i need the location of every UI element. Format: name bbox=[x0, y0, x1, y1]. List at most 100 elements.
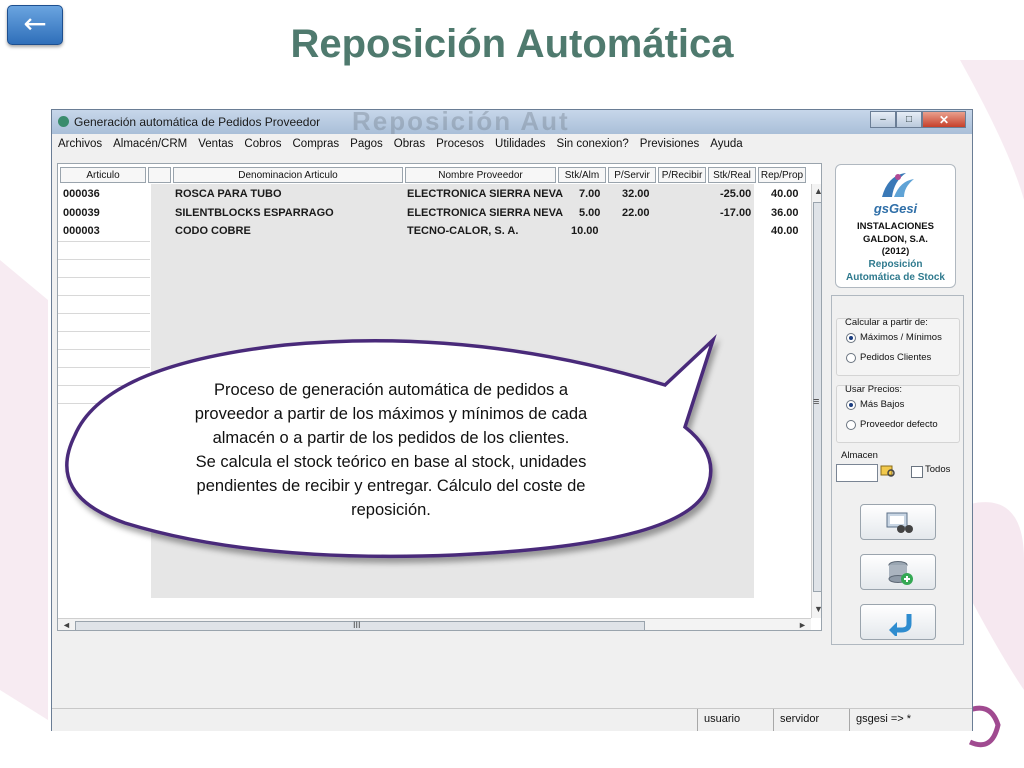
menu-pagos[interactable]: Pagos bbox=[344, 134, 388, 156]
radio-label: Más Bajos bbox=[860, 399, 905, 410]
window-title: Generación automática de Pedidos Proveed… bbox=[74, 115, 321, 129]
window-titlebar: Generación automática de Pedidos Proveed… bbox=[52, 106, 972, 136]
menu-bar: Archivos Almacén/CRM Ventas Cobros Compr… bbox=[52, 134, 972, 156]
radio-label: Máximos / Mínimos bbox=[860, 332, 942, 343]
radio-maximos-minimos[interactable] bbox=[846, 333, 856, 343]
window-controls: – □ ✕ bbox=[870, 111, 966, 128]
grid-line bbox=[58, 313, 150, 314]
todos-checkbox[interactable] bbox=[911, 466, 923, 478]
grid-line bbox=[58, 295, 150, 296]
return-button[interactable] bbox=[860, 604, 936, 640]
company-name: INSTALACIONES GALDON, S.A. (2012) bbox=[857, 221, 934, 257]
table-row[interactable]: 000039 SILENTBLOCKS ESPARRAGO ELECTRONIC… bbox=[58, 204, 806, 222]
search-button[interactable] bbox=[860, 504, 936, 540]
cell-proveedor: ELECTRONICA SIERRA NEVA bbox=[407, 207, 564, 219]
cell-denominacion: ROSCA PARA TUBO bbox=[175, 188, 282, 200]
vscroll-grip: ≡ bbox=[813, 396, 820, 408]
col-header-p-recibir[interactable]: P/Recibir bbox=[658, 167, 706, 183]
menu-compras[interactable]: Compras bbox=[287, 134, 345, 156]
add-records-button[interactable] bbox=[860, 554, 936, 590]
menu-ventas[interactable]: Ventas bbox=[192, 134, 238, 156]
binoculars-icon bbox=[886, 512, 913, 533]
status-bar: usuario servidor gsgesi => * bbox=[52, 708, 972, 731]
cell-rep-prop: 40.00 bbox=[771, 188, 799, 200]
cell-rep-prop: 40.00 bbox=[771, 225, 799, 237]
cell-rep-prop: 36.00 bbox=[771, 207, 799, 219]
menu-ayuda[interactable]: Ayuda bbox=[704, 134, 747, 156]
radio-proveedor-defecto[interactable] bbox=[846, 420, 856, 430]
menu-obras[interactable]: Obras bbox=[388, 134, 430, 156]
maximize-button[interactable]: □ bbox=[896, 111, 922, 128]
col-header-stk-alm[interactable]: Stk/Alm bbox=[558, 167, 606, 183]
col-header-blank[interactable] bbox=[148, 167, 171, 183]
cell-stk-alm: 10.00 bbox=[571, 225, 599, 237]
col-header-denominacion[interactable]: Denominacion Articulo bbox=[173, 167, 403, 183]
grid-line bbox=[58, 241, 150, 242]
table-row[interactable]: 000003 CODO COBRE TECNO-CALOR, S. A. 10.… bbox=[58, 222, 806, 240]
status-usuario: usuario bbox=[697, 709, 772, 731]
menu-cobros[interactable]: Cobros bbox=[238, 134, 286, 156]
menu-archivos[interactable]: Archivos bbox=[52, 134, 107, 156]
menu-previsiones[interactable]: Previsiones bbox=[634, 134, 704, 156]
cell-articulo: 000036 bbox=[63, 188, 100, 200]
menu-sin-conexion[interactable]: Sin conexion? bbox=[551, 134, 634, 156]
menu-almacen-crm[interactable]: Almacén/CRM bbox=[107, 134, 192, 156]
gsgesi-logo-icon bbox=[882, 173, 914, 197]
close-icon: ✕ bbox=[938, 113, 950, 127]
cell-p-servir: 32.00 bbox=[622, 188, 650, 200]
scroll-up-icon[interactable]: ▲ bbox=[814, 186, 821, 196]
app-icon bbox=[58, 116, 69, 127]
price-label: Usar Precios: bbox=[845, 384, 903, 395]
cell-proveedor: ELECTRONICA SIERRA NEVA bbox=[407, 188, 564, 200]
col-header-p-servir[interactable]: P/Servir bbox=[608, 167, 656, 183]
table-row[interactable]: 000036 ROSCA PARA TUBO ELECTRONICA SIERR… bbox=[58, 185, 806, 203]
menu-utilidades[interactable]: Utilidades bbox=[489, 134, 551, 156]
cell-articulo: 000003 bbox=[63, 225, 100, 237]
almacen-input[interactable] bbox=[836, 464, 878, 482]
cell-p-servir: 22.00 bbox=[622, 207, 650, 219]
price-group: Usar Precios: Más Bajos Proveedor defect… bbox=[836, 384, 960, 443]
maximize-icon: □ bbox=[905, 114, 913, 125]
radio-pedidos-clientes[interactable] bbox=[846, 353, 856, 363]
callout-text: Proceso de generación automática de pedi… bbox=[194, 381, 588, 519]
cell-articulo: 000039 bbox=[63, 207, 100, 219]
col-header-stk-real[interactable]: Stk/Real bbox=[708, 167, 756, 183]
todos-label: Todos bbox=[925, 464, 951, 475]
cell-denominacion: SILENTBLOCKS ESPARRAGO bbox=[175, 207, 334, 219]
radio-label: Proveedor defecto bbox=[860, 419, 938, 430]
lookup-icon[interactable] bbox=[880, 464, 896, 478]
minimize-button[interactable]: – bbox=[870, 111, 896, 128]
almacen-label: Almacen bbox=[841, 450, 878, 461]
minimize-icon: – bbox=[880, 114, 886, 125]
radio-mas-bajos[interactable] bbox=[846, 400, 856, 410]
cell-stk-alm: 7.00 bbox=[579, 188, 601, 200]
scroll-left-icon[interactable]: ◄ bbox=[62, 620, 71, 630]
return-arrow-icon bbox=[889, 614, 912, 636]
company-logo-box: gsGesi INSTALACIONES GALDON, S.A. (2012)… bbox=[835, 164, 956, 288]
col-header-proveedor[interactable]: Nombre Proveedor bbox=[405, 167, 556, 183]
col-header-articulo[interactable]: Articulo bbox=[60, 167, 146, 183]
cell-stk-real: -25.00 bbox=[720, 188, 752, 200]
ghost-watermark-text: Reposición Aut bbox=[352, 106, 570, 136]
grid-line bbox=[58, 277, 150, 278]
scroll-down-icon[interactable]: ▼ bbox=[814, 604, 821, 614]
cell-proveedor: TECNO-CALOR, S. A. bbox=[407, 225, 519, 237]
module-name: Reposición Automática de Stock bbox=[846, 259, 945, 283]
cell-stk-alm: 5.00 bbox=[579, 207, 601, 219]
menu-procesos[interactable]: Procesos bbox=[430, 134, 489, 156]
grid-line bbox=[58, 259, 150, 260]
slide-title: Reposición Automática bbox=[290, 22, 734, 66]
hscroll-grip: III bbox=[353, 620, 361, 630]
radio-label: Pedidos Clientes bbox=[860, 352, 932, 363]
status-session: gsgesi => * bbox=[849, 709, 966, 731]
scroll-right-icon[interactable]: ► bbox=[798, 620, 807, 630]
close-button[interactable]: ✕ bbox=[922, 111, 966, 128]
horizontal-scrollbar[interactable]: ◄ III ► bbox=[58, 618, 811, 630]
calc-label: Calcular a partir de: bbox=[845, 317, 928, 328]
status-servidor: servidor bbox=[773, 709, 848, 731]
calc-group: Calcular a partir de: Máximos / Mínimos … bbox=[836, 317, 960, 376]
col-header-rep-prop[interactable]: Rep/Prop bbox=[758, 167, 806, 183]
cell-stk-real: -17.00 bbox=[720, 207, 752, 219]
vertical-scrollbar[interactable]: ▲ ≡ ▼ bbox=[811, 184, 821, 618]
options-panel: Calcular a partir de: Máximos / Mínimos … bbox=[831, 295, 964, 645]
